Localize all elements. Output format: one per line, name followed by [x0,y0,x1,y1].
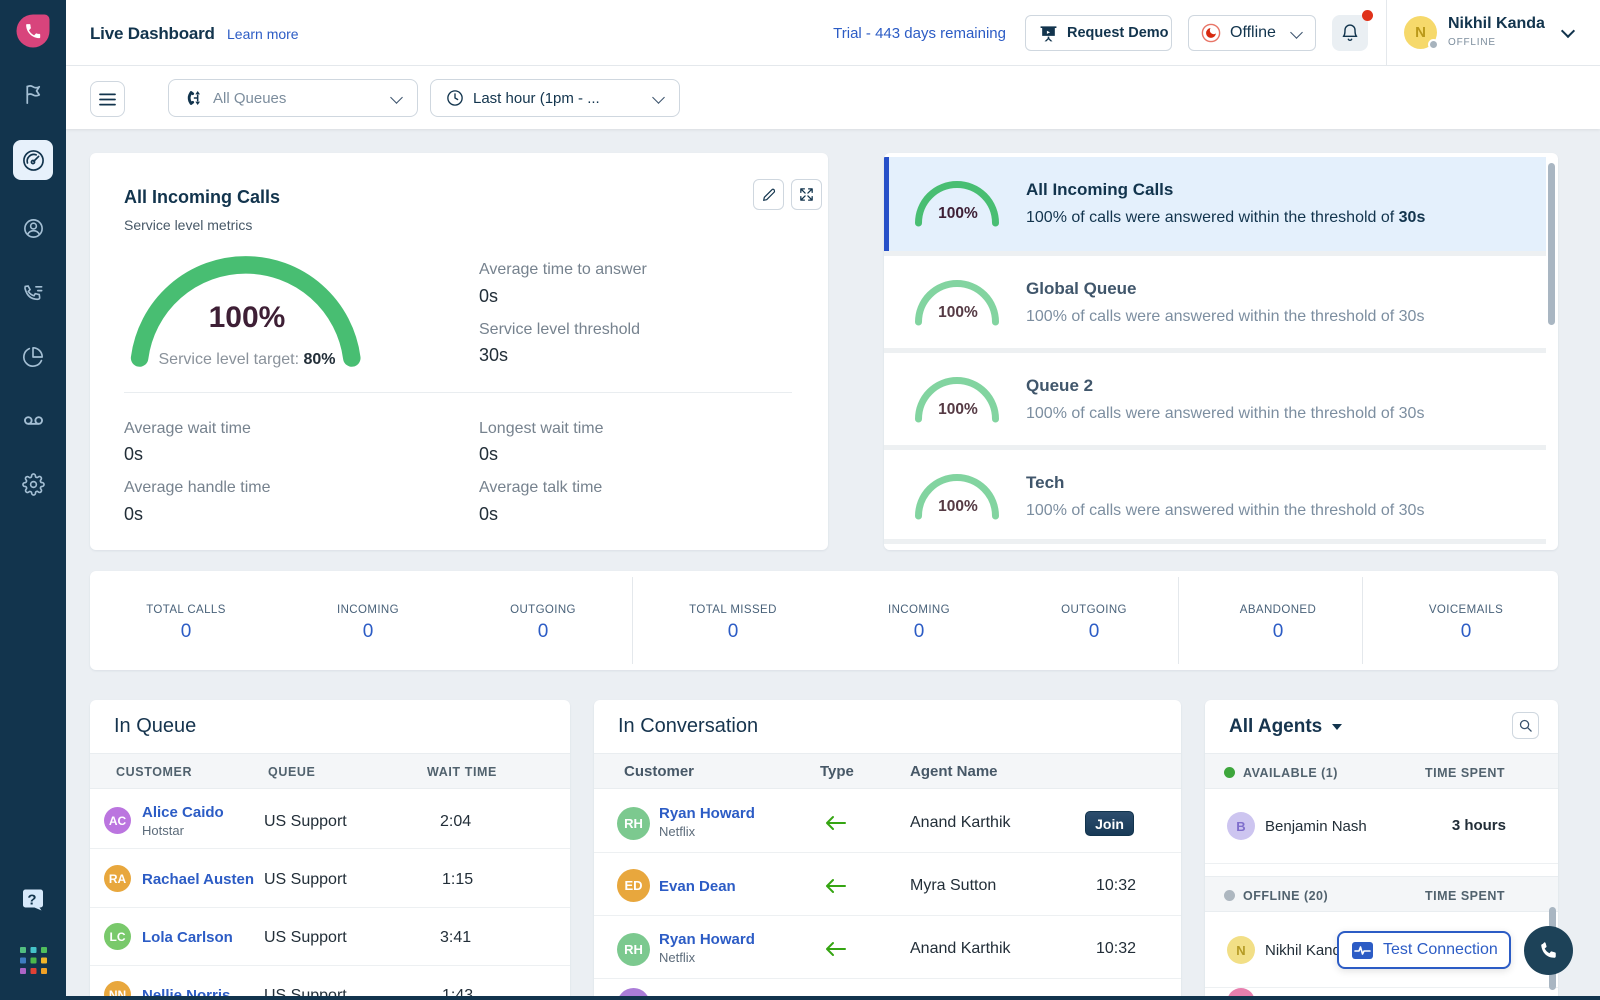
svg-text:?: ? [27,892,36,909]
svg-text:100%: 100% [938,401,978,418]
svg-text:100%: 100% [938,498,978,515]
svg-text:100%: 100% [938,304,978,321]
svg-text:100%: 100% [938,205,978,222]
